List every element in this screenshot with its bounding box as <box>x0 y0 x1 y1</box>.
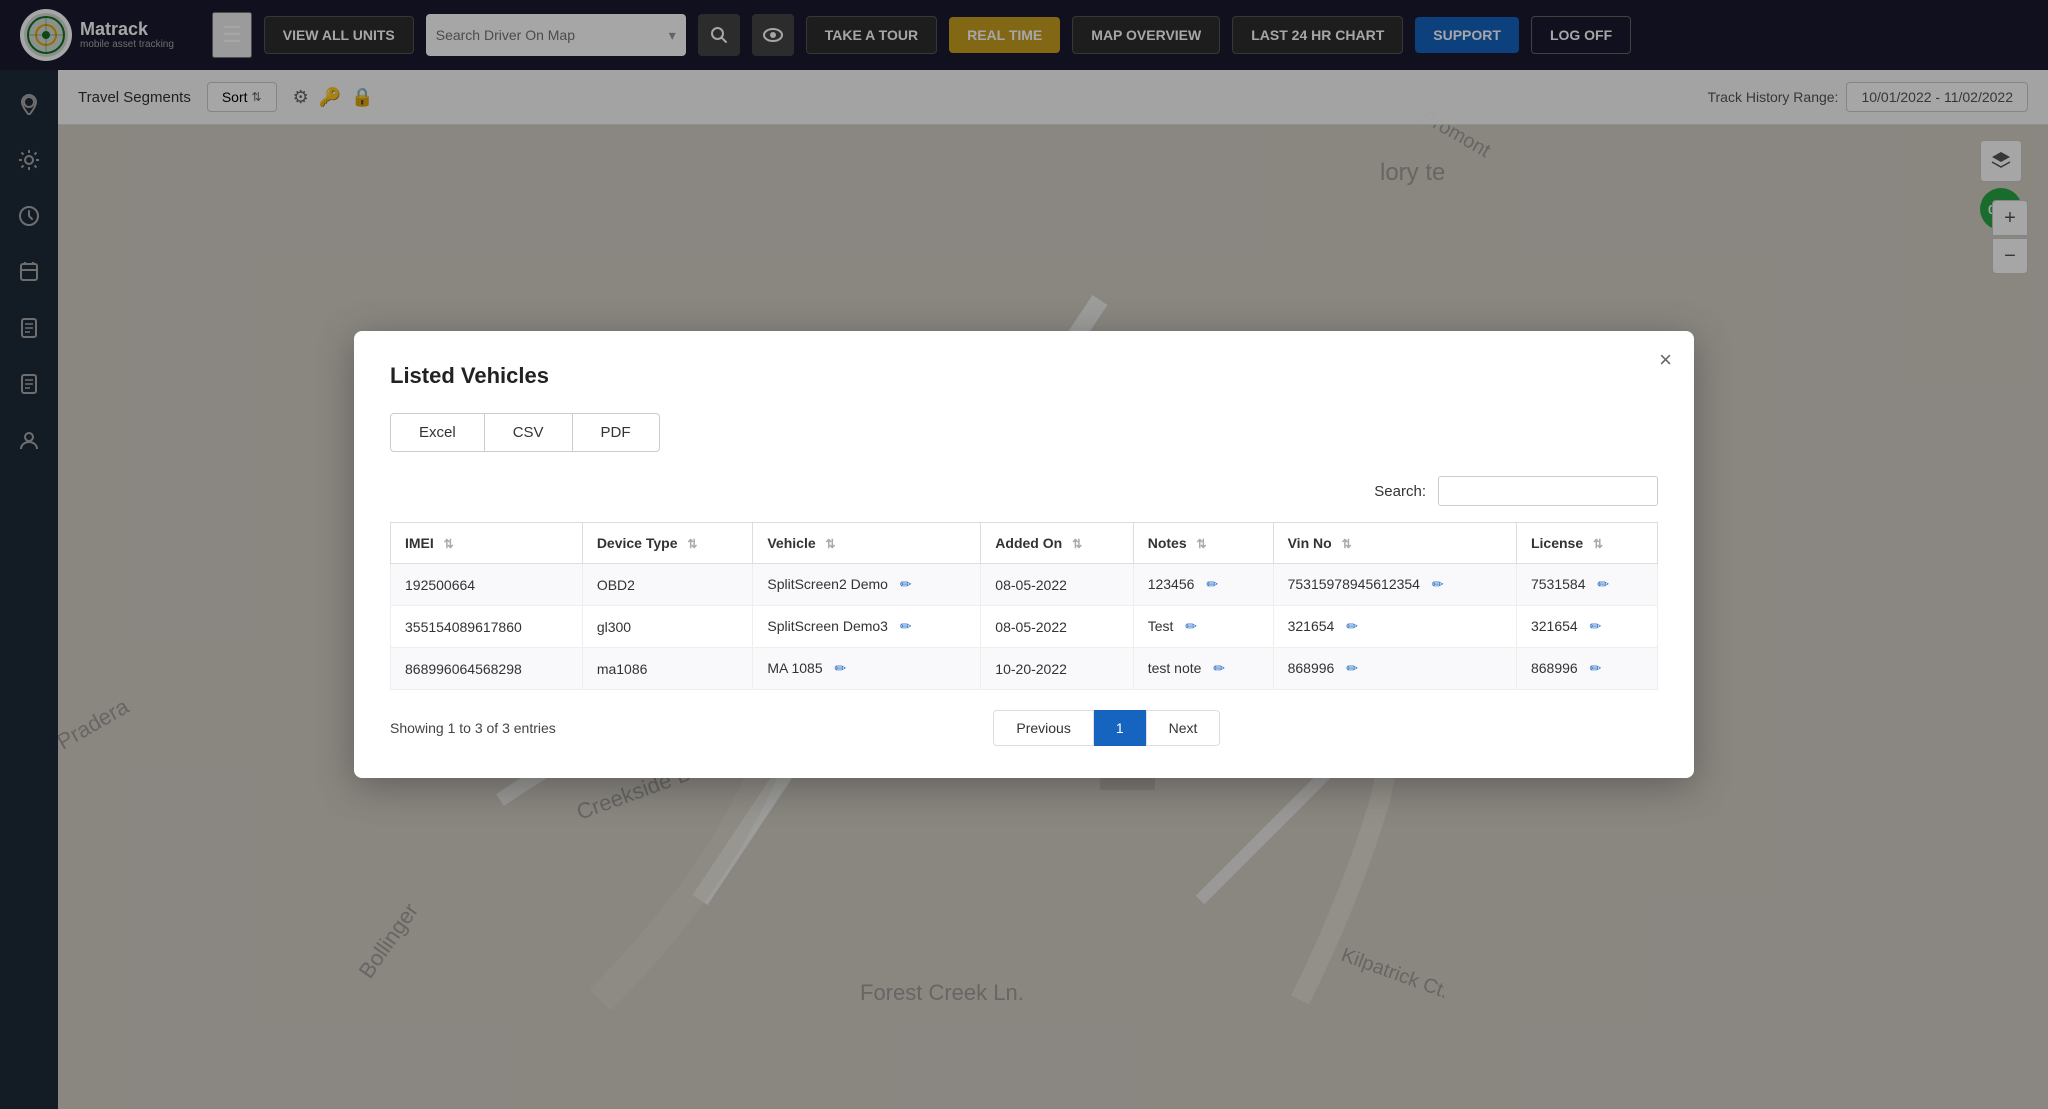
cell-vehicle: SplitScreen Demo3 ✏ <box>753 606 981 648</box>
table-search-row: Search: <box>390 476 1658 506</box>
cell-added-on: 10-20-2022 <box>981 648 1133 690</box>
edit-license-icon[interactable]: ✏ <box>1590 660 1602 676</box>
cell-notes: test note ✏ <box>1133 648 1273 690</box>
cell-vin-no: 321654 ✏ <box>1273 606 1516 648</box>
vehicles-table: IMEI ⇅ Device Type ⇅ Vehicle ⇅ Added On … <box>390 522 1658 690</box>
cell-license: 868996 ✏ <box>1516 648 1657 690</box>
col-notes[interactable]: Notes ⇅ <box>1133 523 1273 564</box>
imei-sort-icon: ⇅ <box>444 537 454 551</box>
modal-title: Listed Vehicles <box>390 363 1658 389</box>
cell-license: 321654 ✏ <box>1516 606 1657 648</box>
cell-device-type: OBD2 <box>582 564 753 606</box>
edit-vin-icon[interactable]: ✏ <box>1432 576 1444 592</box>
next-page-button[interactable]: Next <box>1146 710 1221 746</box>
cell-imei: 868996064568298 <box>391 648 583 690</box>
col-vehicle[interactable]: Vehicle ⇅ <box>753 523 981 564</box>
csv-export-button[interactable]: CSV <box>485 413 573 452</box>
edit-vehicle-icon[interactable]: ✏ <box>835 660 847 676</box>
table-row: 192500664 OBD2 SplitScreen2 Demo ✏ 08-05… <box>391 564 1658 606</box>
col-device-type[interactable]: Device Type ⇅ <box>582 523 753 564</box>
previous-page-button[interactable]: Previous <box>993 710 1093 746</box>
vehicle-sort-icon: ⇅ <box>826 537 836 551</box>
notes-sort-icon: ⇅ <box>1197 537 1207 551</box>
edit-license-icon[interactable]: ✏ <box>1597 576 1609 592</box>
table-search-input[interactable] <box>1438 476 1658 506</box>
table-row: 868996064568298 ma1086 MA 1085 ✏ 10-20-2… <box>391 648 1658 690</box>
cell-device-type: gl300 <box>582 606 753 648</box>
export-buttons: Excel CSV PDF <box>390 413 1658 452</box>
edit-notes-icon[interactable]: ✏ <box>1206 576 1218 592</box>
cell-added-on: 08-05-2022 <box>981 564 1133 606</box>
cell-imei: 355154089617860 <box>391 606 583 648</box>
cell-imei: 192500664 <box>391 564 583 606</box>
col-imei[interactable]: IMEI ⇅ <box>391 523 583 564</box>
cell-notes: Test ✏ <box>1133 606 1273 648</box>
edit-vehicle-icon[interactable]: ✏ <box>900 618 912 634</box>
pdf-export-button[interactable]: PDF <box>573 413 660 452</box>
cell-device-type: ma1086 <box>582 648 753 690</box>
cell-added-on: 08-05-2022 <box>981 606 1133 648</box>
edit-notes-icon[interactable]: ✏ <box>1213 660 1225 676</box>
listed-vehicles-modal: × Listed Vehicles Excel CSV PDF Search: … <box>354 331 1694 778</box>
pagination-area: Showing 1 to 3 of 3 entries Previous 1 N… <box>390 710 1658 746</box>
edit-vehicle-icon[interactable]: ✏ <box>900 576 912 592</box>
cell-notes: 123456 ✏ <box>1133 564 1273 606</box>
table-row: 355154089617860 gl300 SplitScreen Demo3 … <box>391 606 1658 648</box>
search-label: Search: <box>1374 483 1426 500</box>
cell-license: 7531584 ✏ <box>1516 564 1657 606</box>
page-1-button[interactable]: 1 <box>1094 710 1146 746</box>
col-added-on[interactable]: Added On ⇅ <box>981 523 1133 564</box>
excel-export-button[interactable]: Excel <box>390 413 485 452</box>
col-license[interactable]: License ⇅ <box>1516 523 1657 564</box>
added-sort-icon: ⇅ <box>1072 537 1082 551</box>
cell-vehicle: MA 1085 ✏ <box>753 648 981 690</box>
edit-license-icon[interactable]: ✏ <box>1590 618 1602 634</box>
edit-vin-icon[interactable]: ✏ <box>1346 618 1358 634</box>
pagination-buttons: Previous 1 Next <box>993 710 1220 746</box>
col-vin-no[interactable]: Vin No ⇅ <box>1273 523 1516 564</box>
edit-vin-icon[interactable]: ✏ <box>1346 660 1358 676</box>
showing-entries-text: Showing 1 to 3 of 3 entries <box>390 720 556 736</box>
vin-sort-icon: ⇅ <box>1342 537 1352 551</box>
cell-vin-no: 75315978945612354 ✏ <box>1273 564 1516 606</box>
device-sort-icon: ⇅ <box>687 537 697 551</box>
cell-vehicle: SplitScreen2 Demo ✏ <box>753 564 981 606</box>
modal-close-button[interactable]: × <box>1659 349 1672 371</box>
cell-vin-no: 868996 ✏ <box>1273 648 1516 690</box>
modal-overlay: × Listed Vehicles Excel CSV PDF Search: … <box>0 0 2048 1109</box>
edit-notes-icon[interactable]: ✏ <box>1185 618 1197 634</box>
license-sort-icon: ⇅ <box>1593 537 1603 551</box>
